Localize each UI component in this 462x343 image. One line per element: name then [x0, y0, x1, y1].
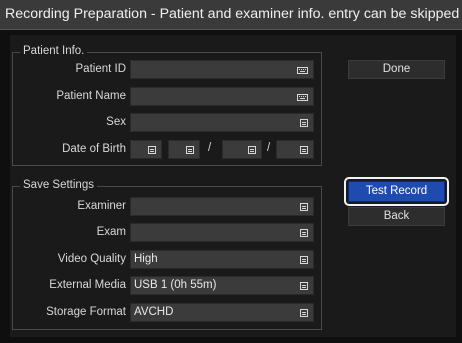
keyboard-icon	[297, 67, 308, 74]
external-media-select[interactable]: USB 1 (0h 55m)	[130, 276, 314, 295]
dob-field-2[interactable]	[168, 140, 200, 159]
test-record-button[interactable]: Test Record	[348, 181, 445, 202]
sex-select[interactable]	[130, 113, 314, 132]
date-of-birth-label: Date of Birth	[62, 143, 126, 155]
title-bar: Recording Preparation - Patient and exam…	[0, 0, 462, 30]
exam-select[interactable]	[130, 223, 314, 242]
done-button[interactable]: Done	[348, 60, 445, 79]
patient-id-field[interactable]	[130, 60, 314, 79]
save-settings-title: Save Settings	[20, 179, 97, 191]
storage-format-value: AVCHD	[134, 306, 174, 318]
main-panel: Patient Info. Patient ID Patient Name Se…	[10, 35, 456, 337]
list-icon	[300, 146, 308, 154]
list-icon	[300, 203, 308, 211]
dob-field-1[interactable]	[130, 140, 162, 159]
dob-separator: /	[208, 142, 212, 154]
storage-format-select[interactable]: AVCHD	[130, 303, 314, 322]
examiner-label: Examiner	[77, 200, 126, 212]
back-button[interactable]: Back	[348, 207, 445, 226]
list-icon	[300, 282, 308, 290]
list-icon	[300, 309, 308, 317]
list-icon	[148, 146, 156, 154]
patient-name-label: Patient Name	[56, 90, 126, 102]
examiner-select[interactable]	[130, 197, 314, 216]
sex-label: Sex	[106, 116, 126, 128]
patient-info-title: Patient Info.	[20, 45, 88, 57]
external-media-value: USB 1 (0h 55m)	[134, 279, 217, 291]
video-quality-label: Video Quality	[57, 253, 126, 265]
window-title: Recording Preparation - Patient and exam…	[5, 6, 460, 22]
dob-field-4[interactable]	[276, 140, 314, 159]
list-icon	[300, 229, 308, 237]
external-media-label: External Media	[49, 279, 126, 291]
list-icon	[186, 146, 194, 154]
patient-id-label: Patient ID	[75, 63, 127, 75]
list-icon	[248, 146, 256, 154]
list-icon	[300, 119, 308, 127]
keyboard-icon	[297, 94, 308, 101]
storage-format-label: Storage Format	[46, 306, 126, 318]
patient-name-field[interactable]	[130, 87, 314, 106]
exam-label: Exam	[96, 226, 126, 238]
list-icon	[300, 256, 308, 264]
video-quality-value: High	[134, 253, 158, 265]
dob-separator: /	[267, 142, 271, 154]
video-quality-select[interactable]: High	[130, 250, 314, 269]
dob-field-3[interactable]	[222, 140, 262, 159]
